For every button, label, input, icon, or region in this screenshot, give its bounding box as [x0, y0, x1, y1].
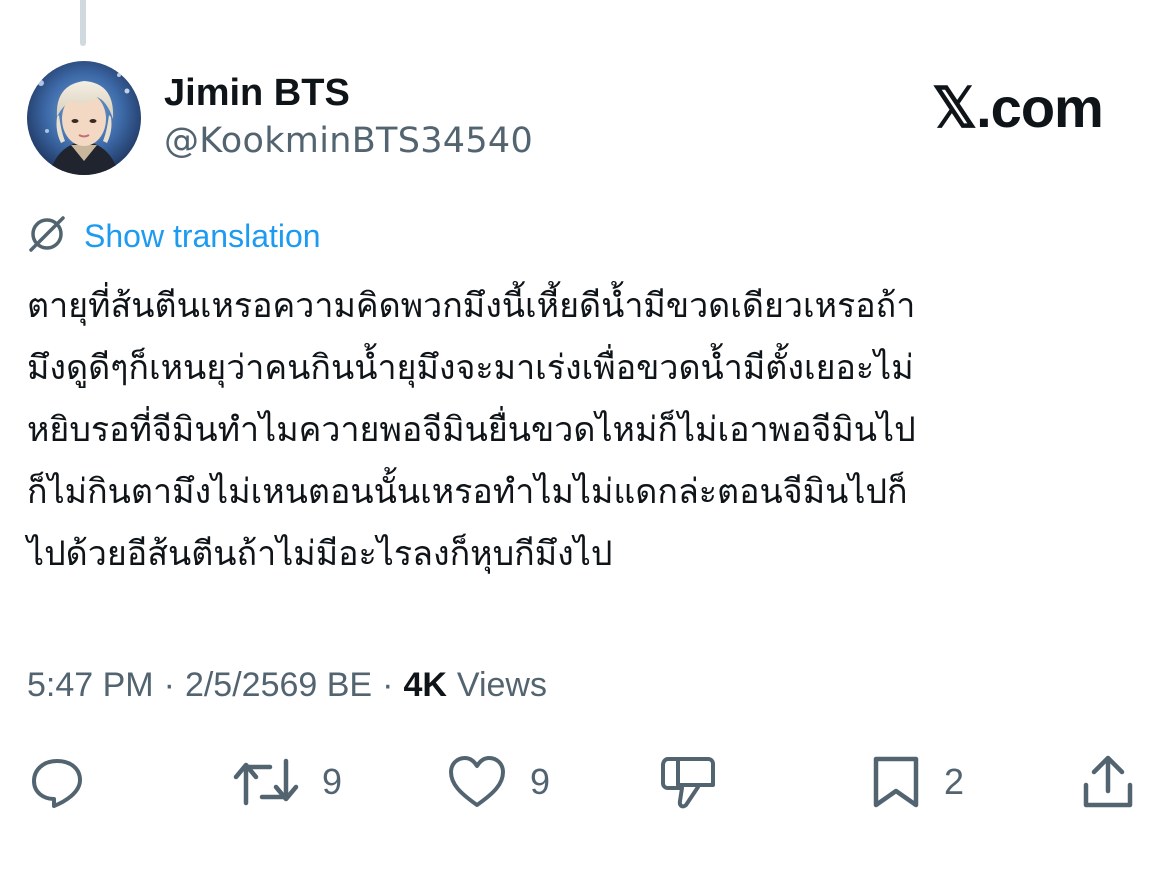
user-handle[interactable]: @KookminBTS34540	[164, 118, 533, 164]
thread-connector-line	[80, 0, 86, 46]
heart-icon	[446, 753, 508, 811]
avatar[interactable]	[27, 61, 141, 175]
tweet-metadata: 5:47 PM · 2/5/2569 BE · 4K Views	[27, 662, 547, 708]
reply-button[interactable]	[28, 752, 86, 812]
brand-logo-text: 𝕏.com	[932, 76, 1104, 139]
translation-row[interactable]: Show translation	[26, 214, 321, 258]
retweet-count: 9	[322, 761, 343, 802]
bookmark-button[interactable]: 2	[870, 752, 964, 812]
like-count: 9	[530, 761, 551, 802]
share-button[interactable]	[1080, 752, 1136, 812]
tweet-body: ตายุที่ส้นตีนเหรอความคิดพวกมึงนี้เหี้ยดี…	[27, 275, 1157, 585]
bookmark-count: 2	[944, 761, 965, 802]
dislike-button[interactable]	[658, 752, 718, 812]
tweet-time[interactable]: 5:47 PM	[27, 666, 154, 705]
like-button[interactable]: 9	[446, 752, 550, 812]
meta-separator: ·	[382, 665, 394, 704]
brand-logo: 𝕏.com	[932, 76, 1104, 139]
share-icon	[1080, 753, 1136, 811]
views-label: Views	[456, 665, 547, 704]
retweet-button[interactable]: 9	[232, 752, 342, 812]
display-name[interactable]: Jimin BTS	[164, 70, 350, 116]
tweet-date[interactable]: 2/5/2569 BE	[185, 666, 372, 705]
views-count: 4K	[403, 665, 447, 704]
thumbs-down-icon	[658, 753, 718, 811]
retweet-icon	[232, 753, 300, 811]
tweet-text-line: ก็ไม่กินตามึงไม่เหนตอนนั้นเหรอทำไมไม่แดก…	[27, 472, 908, 512]
show-translation-link[interactable]: Show translation	[84, 214, 321, 258]
tweet-text-line: หยิบรอที่จีมินทำไมควายพอจีมินยื่นขวดไหม่…	[27, 410, 916, 450]
tweet-text-line: มึงดูดีๆก็เหนยุว่าคนกินน้ำยุมึงจะมาเร่งเ…	[27, 348, 914, 388]
reply-icon	[28, 753, 86, 811]
tweet-text-line: ตายุที่ส้นตีนเหรอความคิดพวกมึงนี้เหี้ยดี…	[27, 286, 916, 326]
bookmark-icon	[870, 753, 922, 811]
meta-separator: ·	[163, 665, 175, 704]
tweet-text-line: ไปด้วยอีส้นตีนถ้าไม่มีอะไรลงก็หุบกีมึงไป	[27, 534, 613, 574]
avatar-photo	[27, 61, 141, 175]
globe-off-icon	[26, 213, 68, 259]
